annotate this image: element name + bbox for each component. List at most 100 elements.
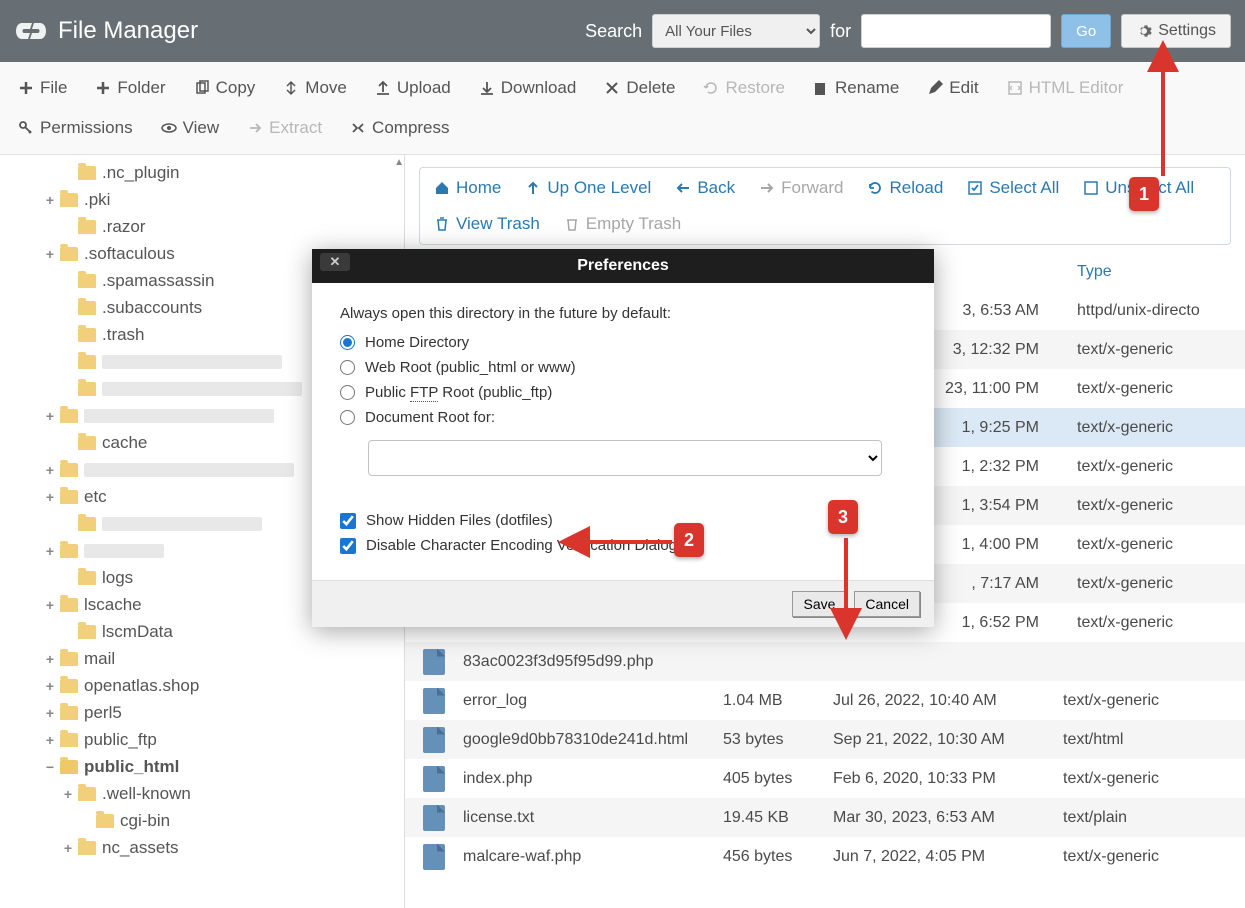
search-input[interactable] bbox=[861, 14, 1051, 48]
download-icon bbox=[479, 80, 495, 96]
nav-up-one-level[interactable]: Up One Level bbox=[525, 178, 651, 198]
up-icon bbox=[525, 180, 541, 196]
toolbar-restore: Restore bbox=[691, 70, 797, 106]
tree-toggle-icon[interactable]: + bbox=[44, 732, 56, 748]
dialog-titlebar[interactable]: ✕ Preferences bbox=[312, 249, 934, 283]
eye-icon bbox=[161, 120, 177, 136]
toolbar-rename[interactable]: Rename bbox=[801, 70, 911, 106]
tree-item-perl5[interactable]: +perl5 bbox=[0, 699, 404, 726]
tree-label-redacted bbox=[102, 355, 282, 369]
tree-toggle-icon[interactable]: + bbox=[44, 192, 56, 208]
radio-docroot[interactable]: Document Root for: bbox=[340, 409, 906, 426]
settings-label: Settings bbox=[1158, 22, 1216, 40]
folder-icon bbox=[78, 436, 96, 450]
tree-toggle-icon[interactable]: + bbox=[62, 840, 74, 856]
tree-toggle-icon[interactable]: + bbox=[44, 543, 56, 559]
tree-item-wellknown[interactable]: + .well-known bbox=[0, 780, 404, 807]
tree-label: logs bbox=[102, 568, 133, 588]
toolbar-permissions[interactable]: Permissions bbox=[6, 110, 145, 146]
cell-size: 19.45 KB bbox=[723, 809, 833, 827]
tree-toggle-icon[interactable]: + bbox=[44, 462, 56, 478]
folder-icon bbox=[60, 706, 78, 720]
cell-size: 405 bytes bbox=[723, 770, 833, 788]
action-toolbar: FileFolderCopyMoveUploadDownloadDeleteRe… bbox=[0, 62, 1245, 155]
check-hidden-files[interactable]: Show Hidden Files (dotfiles) bbox=[340, 512, 906, 529]
toolbar-copy[interactable]: Copy bbox=[182, 70, 268, 106]
radio-docroot-input[interactable] bbox=[340, 410, 355, 425]
edit-icon bbox=[927, 80, 943, 96]
nav-view-trash[interactable]: View Trash bbox=[434, 214, 540, 234]
toolbar-compress[interactable]: Compress bbox=[338, 110, 461, 146]
radio-ftp[interactable]: Public FTP Root (public_ftp) bbox=[340, 384, 906, 401]
tree-toggle-icon[interactable]: + bbox=[44, 246, 56, 262]
radio-ftp-input[interactable] bbox=[340, 385, 355, 400]
tree-toggle-icon[interactable]: + bbox=[44, 705, 56, 721]
tree-toggle-icon[interactable]: + bbox=[44, 678, 56, 694]
tree-item-openatlasshop[interactable]: +openatlas.shop bbox=[0, 672, 404, 699]
folder-icon bbox=[78, 571, 96, 585]
plus-icon bbox=[18, 80, 34, 96]
file-icon bbox=[423, 727, 445, 753]
scroll-up-icon[interactable]: ▲ bbox=[394, 157, 404, 168]
toolbar-move[interactable]: Move bbox=[271, 70, 359, 106]
radio-webroot[interactable]: Web Root (public_html or www) bbox=[340, 359, 906, 376]
tree-item-ncplugin[interactable]: +.nc_plugin bbox=[0, 159, 404, 186]
table-row[interactable]: malcare-waf.php456 bytesJun 7, 2022, 4:0… bbox=[405, 837, 1245, 876]
tree-label: lscmData bbox=[102, 622, 173, 642]
tree-item-mail[interactable]: +mail bbox=[0, 645, 404, 672]
tree-toggle-icon[interactable]: + bbox=[62, 786, 74, 802]
toolbar-download[interactable]: Download bbox=[467, 70, 589, 106]
settings-button[interactable]: Settings bbox=[1121, 14, 1231, 48]
go-button[interactable]: Go bbox=[1061, 14, 1111, 48]
table-row[interactable]: google9d0bb78310de241d.html53 bytesSep 2… bbox=[405, 720, 1245, 759]
toolbar-folder[interactable]: Folder bbox=[83, 70, 177, 106]
cell-type: text/plain bbox=[1063, 809, 1227, 827]
unselect-icon bbox=[1083, 180, 1099, 196]
toolbar-file[interactable]: File bbox=[6, 70, 79, 106]
docroot-select[interactable] bbox=[368, 440, 882, 476]
nav-reload[interactable]: Reload bbox=[867, 178, 943, 198]
tree-toggle-icon[interactable]: + bbox=[44, 597, 56, 613]
table-row[interactable]: error_log1.04 MBJul 26, 2022, 10:40 AMte… bbox=[405, 681, 1245, 720]
tree-toggle-icon[interactable]: + bbox=[44, 651, 56, 667]
tree-toggle-icon[interactable]: + bbox=[44, 489, 56, 505]
toolbar-edit[interactable]: Edit bbox=[915, 70, 990, 106]
close-icon[interactable]: ✕ bbox=[320, 253, 350, 271]
tree-item-publicftp[interactable]: +public_ftp bbox=[0, 726, 404, 753]
nav-select-all[interactable]: Select All bbox=[967, 178, 1059, 198]
table-row[interactable]: 83ac0023f3d95f95d99.php bbox=[405, 642, 1245, 681]
folder-icon bbox=[60, 679, 78, 693]
file-icon bbox=[423, 766, 445, 792]
radio-webroot-input[interactable] bbox=[340, 360, 355, 375]
toolbar-upload[interactable]: Upload bbox=[363, 70, 463, 106]
tree-item-cgibin[interactable]: +cgi-bin bbox=[0, 807, 404, 834]
tree-item-ncassets[interactable]: +nc_assets bbox=[0, 834, 404, 861]
check-encoding-input[interactable] bbox=[340, 538, 356, 554]
folder-icon bbox=[78, 166, 96, 180]
check-hidden-input[interactable] bbox=[340, 513, 356, 529]
folder-icon bbox=[60, 733, 78, 747]
tree-toggle-icon[interactable]: + bbox=[44, 408, 56, 424]
tree-item-pki[interactable]: +.pki bbox=[0, 186, 404, 213]
folder-icon bbox=[78, 382, 96, 396]
search-scope-select[interactable]: All Your Files bbox=[652, 14, 820, 48]
tree-label: .well-known bbox=[102, 784, 191, 804]
tree-item-razor[interactable]: +.razor bbox=[0, 213, 404, 240]
nav-home[interactable]: Home bbox=[434, 178, 501, 198]
tree-toggle-icon[interactable]: − bbox=[44, 759, 56, 775]
table-row[interactable]: license.txt19.45 KBMar 30, 2023, 6:53 AM… bbox=[405, 798, 1245, 837]
table-row[interactable]: index.php405 bytesFeb 6, 2020, 10:33 PMt… bbox=[405, 759, 1245, 798]
tree-item-publichtml[interactable]: −public_html bbox=[0, 753, 404, 780]
callout-1: 1 bbox=[1129, 177, 1159, 211]
logo-wrap: File Manager bbox=[14, 15, 198, 47]
folder-icon bbox=[78, 517, 96, 531]
cancel-button[interactable]: Cancel bbox=[854, 591, 920, 617]
tree-label: .razor bbox=[102, 217, 145, 237]
col-type[interactable]: Type bbox=[1077, 263, 1227, 281]
toolbar-view[interactable]: View bbox=[149, 110, 232, 146]
radio-home[interactable]: Home Directory bbox=[340, 334, 906, 351]
radio-home-input[interactable] bbox=[340, 335, 355, 350]
folder-icon bbox=[60, 463, 78, 477]
toolbar-delete[interactable]: Delete bbox=[592, 70, 687, 106]
nav-back[interactable]: Back bbox=[675, 178, 735, 198]
